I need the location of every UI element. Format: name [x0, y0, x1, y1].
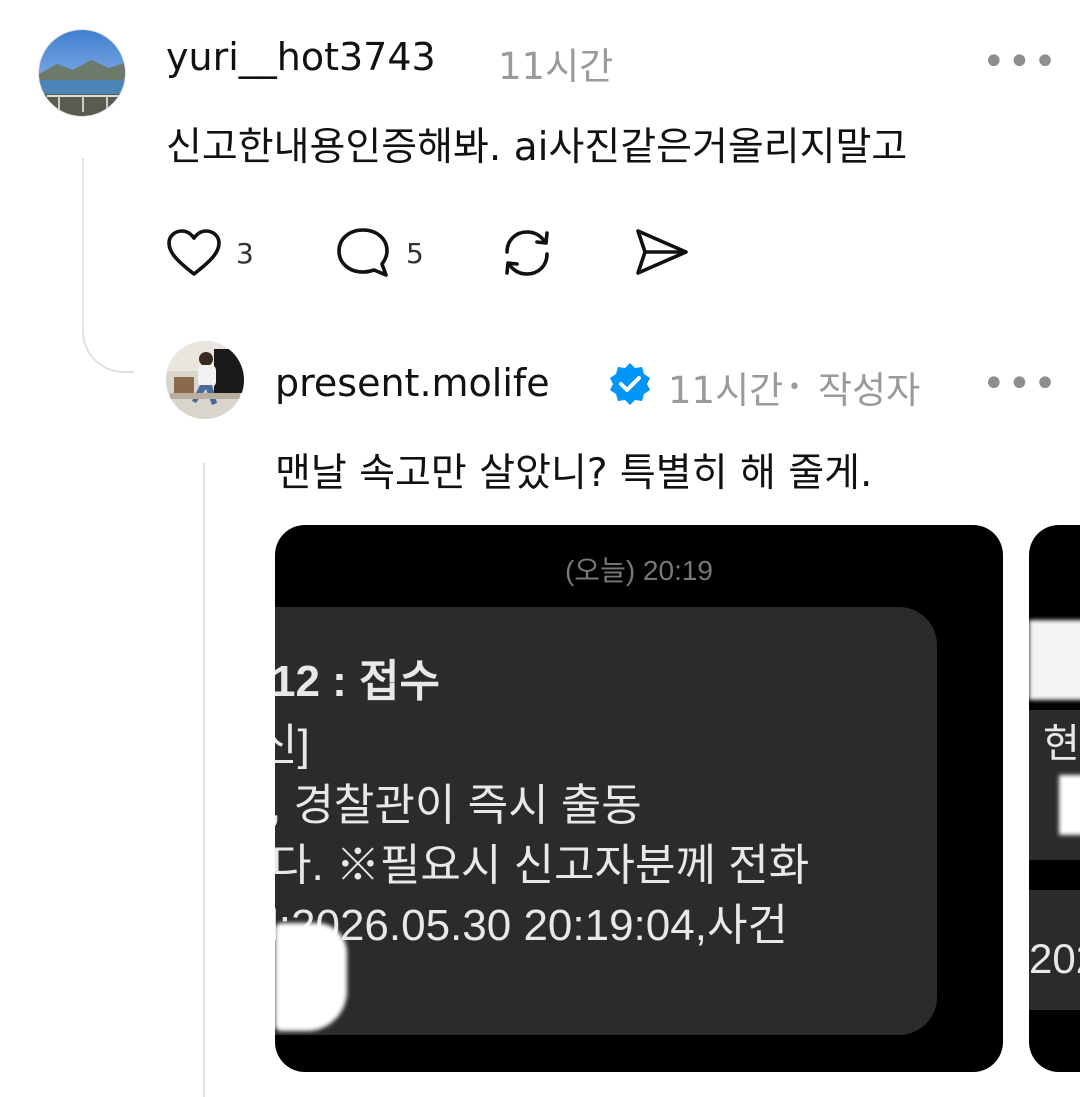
heart-icon	[167, 229, 221, 276]
reply-time: 11시간	[668, 369, 784, 412]
redaction-mark	[275, 923, 347, 1031]
reply-button[interactable]: 5	[334, 226, 424, 280]
message-line-4: 다. ※필요시 신고자분께 전화	[275, 841, 810, 890]
post-time: 11시간	[498, 45, 614, 88]
username-yuri[interactable]: yuri__hot3743	[166, 35, 436, 79]
comment-icon	[337, 228, 389, 277]
username-present[interactable]: present.molife	[275, 361, 550, 405]
image2-line-2: 202	[1029, 935, 1080, 982]
more-options-icon[interactable]: •••	[982, 42, 1059, 82]
thread-connector	[82, 158, 134, 373]
reply-thread-line	[203, 463, 205, 1097]
image2-highlight	[1029, 620, 1080, 700]
avatar-yuri[interactable]	[38, 29, 126, 117]
share-button[interactable]	[634, 226, 690, 282]
message-bubble: 12 : 접수 신] , 경찰관이 즉시 출동 다. ※필요시 신고자분께 전화…	[275, 607, 937, 1035]
meta-separator: •	[788, 375, 801, 400]
attached-image-2[interactable]: 현 202	[1029, 525, 1080, 1072]
verified-badge-icon	[610, 363, 650, 405]
message-line-3: , 경찰관이 즉시 출동	[275, 781, 642, 830]
send-icon	[636, 229, 688, 275]
like-count: 3	[236, 236, 254, 270]
image2-line-1: 현	[1043, 722, 1080, 766]
message-line-1: 12 : 접수	[275, 657, 441, 706]
attached-image-1[interactable]: (오늘) 20:19 12 : 접수 신] , 경찰관이 즉시 출동 다. ※필…	[275, 525, 1003, 1072]
message-timestamp: (오늘) 20:19	[564, 555, 714, 586]
repost-icon	[505, 230, 549, 276]
message-line-5: l:2026.05.30 20:19:04,사건	[275, 901, 788, 950]
message-line-2: 신]	[275, 721, 310, 770]
repost-button[interactable]	[497, 224, 557, 286]
avatar-present[interactable]	[166, 341, 244, 419]
image2-redaction	[1059, 775, 1080, 835]
reply-count: 5	[406, 236, 424, 270]
reply-text: 맨날 속고만 살았니? 특별히 해 줄게.	[275, 451, 873, 496]
author-badge: 작성자	[818, 369, 921, 412]
post-text: 신고한내용인증해봐. ai사진같은거올리지말고	[166, 125, 908, 170]
like-button[interactable]: 3	[166, 228, 254, 278]
reply-more-options-icon[interactable]: •••	[982, 364, 1059, 404]
